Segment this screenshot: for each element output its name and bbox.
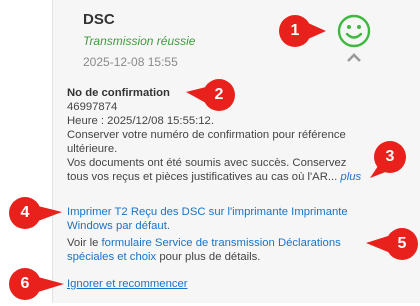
chevron-up-icon[interactable] xyxy=(346,53,362,63)
callout-1: 1 xyxy=(278,14,328,48)
callout-3-number: 3 xyxy=(385,148,395,165)
callout-2: 2 xyxy=(186,78,236,112)
form-link-line1[interactable]: formulaire Service de transmission Décla… xyxy=(102,237,341,249)
form-link-line2[interactable]: spéciales et choix xyxy=(67,251,156,263)
ignore-restart-link[interactable]: Ignorer et recommencer xyxy=(67,278,188,290)
see-suffix: pour plus de détails. xyxy=(159,251,261,263)
more-link[interactable]: plus xyxy=(340,171,361,183)
callout-3: 3 xyxy=(370,140,420,178)
print-receipt-link[interactable]: Imprimer T2 Reçu des DSC sur l'imprimant… xyxy=(67,206,348,232)
keep-number-line1: Conserver votre numéro de confirmation p… xyxy=(67,129,346,141)
documents-line1: Vos documents ont été soumis avec succès… xyxy=(67,157,347,169)
form-section: Voir le formulaire Service de transmissi… xyxy=(67,236,367,264)
callout-5: 5 xyxy=(366,227,418,261)
print-receipt-link-line2[interactable]: Windows par défaut. xyxy=(67,220,170,232)
documents-line2-row: tous vos reçus et pièces justificatives … xyxy=(67,170,367,184)
transmission-status: Transmission réussie xyxy=(83,34,196,48)
smiley-success-icon xyxy=(337,14,371,48)
callout-6-number: 6 xyxy=(20,275,30,292)
callout-1-number: 1 xyxy=(290,22,300,39)
callout-4: 4 xyxy=(8,196,62,230)
return-title: DSC xyxy=(83,11,115,28)
confirmation-time: Heure : 2025/12/08 15:55:12. xyxy=(67,115,214,127)
callout-4-number: 4 xyxy=(20,204,30,221)
documents-line2: tous vos reçus et pièces justificatives … xyxy=(67,171,338,183)
transmission-timestamp: 2025-12-08 15:55 xyxy=(83,55,178,69)
print-section: Imprimer T2 Reçu des DSC sur l'imprimant… xyxy=(67,205,367,233)
ignore-section: Ignorer et recommencer xyxy=(67,277,367,291)
keep-number-line2: ultérieure. xyxy=(67,143,118,155)
print-receipt-link-line1[interactable]: Imprimer T2 Reçu des DSC sur l'imprimant… xyxy=(67,206,348,218)
see-prefix: Voir le xyxy=(67,237,99,249)
callout-2-number: 2 xyxy=(214,86,224,103)
callout-5-number: 5 xyxy=(397,235,407,252)
callout-6: 6 xyxy=(8,267,64,301)
